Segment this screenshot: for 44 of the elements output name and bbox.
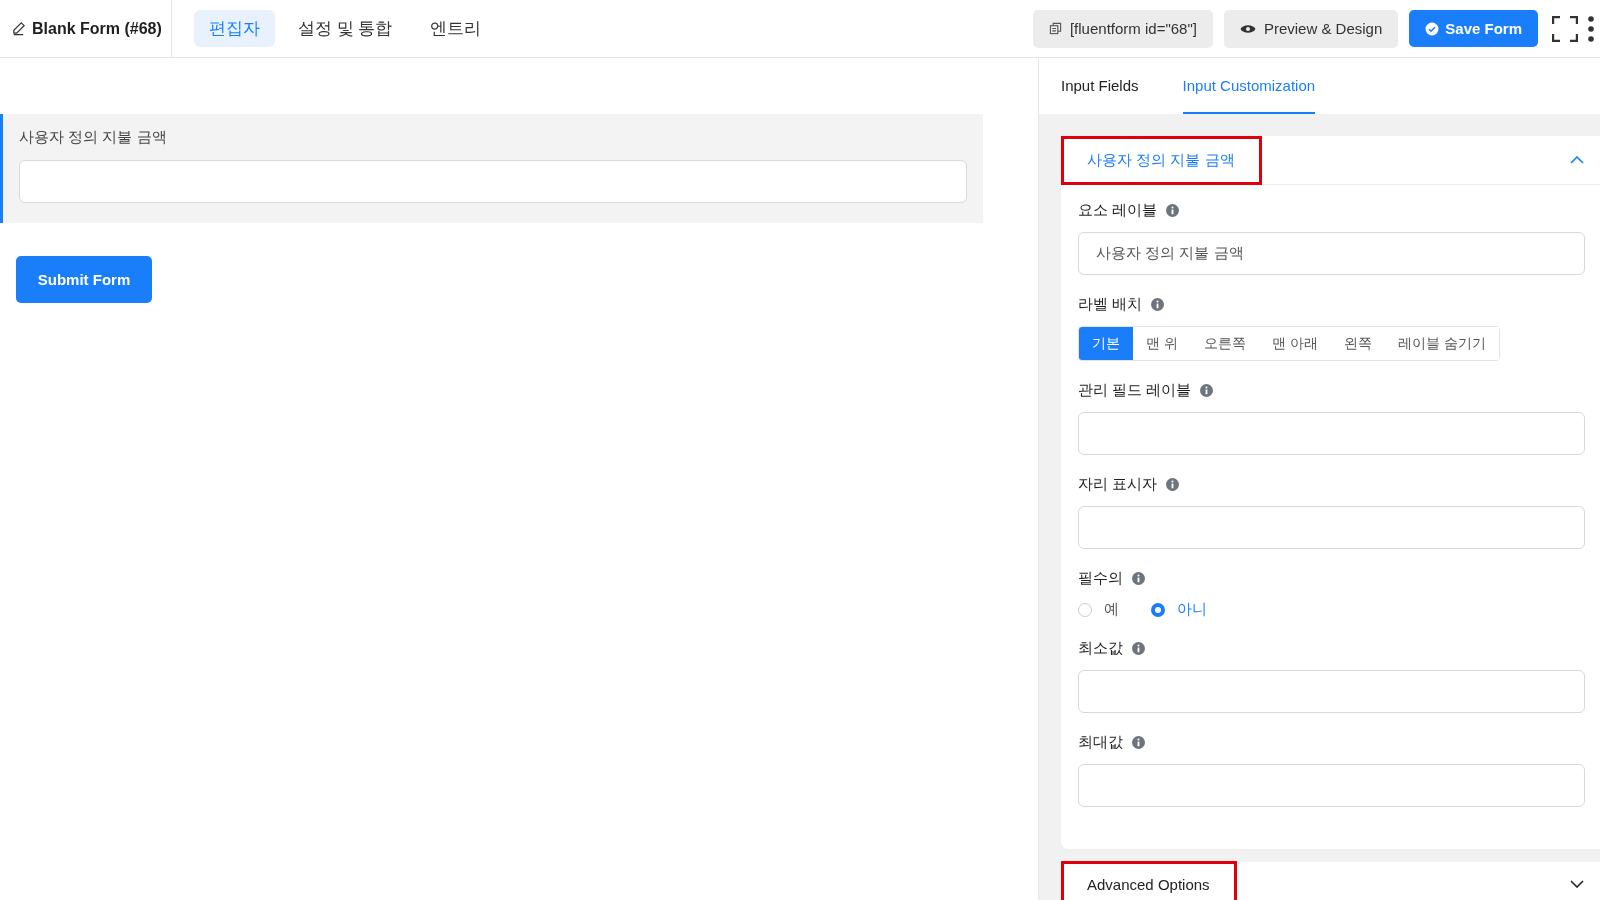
info-icon bbox=[1200, 384, 1214, 397]
field-label: 사용자 정의 지불 금액 bbox=[19, 128, 168, 147]
section-title[interactable]: Advanced Options bbox=[1061, 860, 1237, 900]
pencil-icon bbox=[11, 21, 26, 36]
nav-tab[interactable]: 설정 및 통합 bbox=[283, 10, 408, 47]
info-icon bbox=[1132, 736, 1145, 749]
text-input[interactable] bbox=[1078, 764, 1585, 807]
info-icon bbox=[1166, 204, 1180, 217]
panel-tab[interactable]: Input Fields bbox=[1061, 58, 1139, 114]
radio-label[interactable]: 아니 bbox=[1177, 600, 1207, 619]
text-input[interactable] bbox=[1078, 670, 1585, 713]
amount-input[interactable] bbox=[19, 160, 967, 203]
info-icon bbox=[1132, 572, 1145, 585]
text-input[interactable] bbox=[1078, 412, 1585, 455]
setting-label: 최대값 bbox=[1078, 733, 1123, 752]
radio-label[interactable]: 예 bbox=[1104, 600, 1119, 619]
copy-icon bbox=[1048, 22, 1062, 35]
chevron-icon[interactable] bbox=[1570, 880, 1584, 888]
setting-label: 필수의 bbox=[1078, 569, 1123, 588]
eye-icon bbox=[1239, 23, 1256, 34]
more-menu-icon[interactable] bbox=[1588, 15, 1594, 42]
shortcode-button[interactable]: [fluentform id="68"] bbox=[1032, 9, 1213, 48]
check-circle-icon bbox=[1425, 21, 1440, 36]
nav-tab[interactable]: 엔트리 bbox=[415, 10, 497, 47]
text-input[interactable]: 사용자 정의 지불 금액 bbox=[1078, 232, 1585, 275]
nav-tab[interactable]: 편집자 bbox=[194, 10, 275, 47]
text-input[interactable] bbox=[1078, 506, 1585, 549]
submit-button[interactable]: Submit Form bbox=[16, 256, 152, 303]
form-title: Blank Form (#68) bbox=[32, 19, 162, 38]
setting-label: 관리 필드 레이블 bbox=[1078, 381, 1192, 400]
info-icon bbox=[1166, 478, 1180, 491]
form-field-card[interactable]: 사용자 정의 지불 금액 bbox=[0, 114, 983, 223]
section-title[interactable]: 사용자 정의 지불 금액 bbox=[1061, 135, 1262, 185]
fullscreen-icon[interactable] bbox=[1552, 15, 1578, 42]
setting-label: 라벨 배치 bbox=[1078, 295, 1143, 314]
radio-button[interactable] bbox=[1151, 602, 1165, 617]
save-button[interactable]: Save Form bbox=[1409, 10, 1538, 47]
setting-label: 최소값 bbox=[1078, 639, 1123, 658]
info-icon bbox=[1151, 298, 1165, 311]
setting-label: 자리 표시자 bbox=[1078, 475, 1158, 494]
segment-option[interactable]: 기본 bbox=[1079, 327, 1133, 360]
info-icon bbox=[1132, 642, 1145, 655]
setting-label: 요소 레이블 bbox=[1078, 201, 1158, 220]
preview-button[interactable]: Preview & Design bbox=[1223, 9, 1399, 48]
